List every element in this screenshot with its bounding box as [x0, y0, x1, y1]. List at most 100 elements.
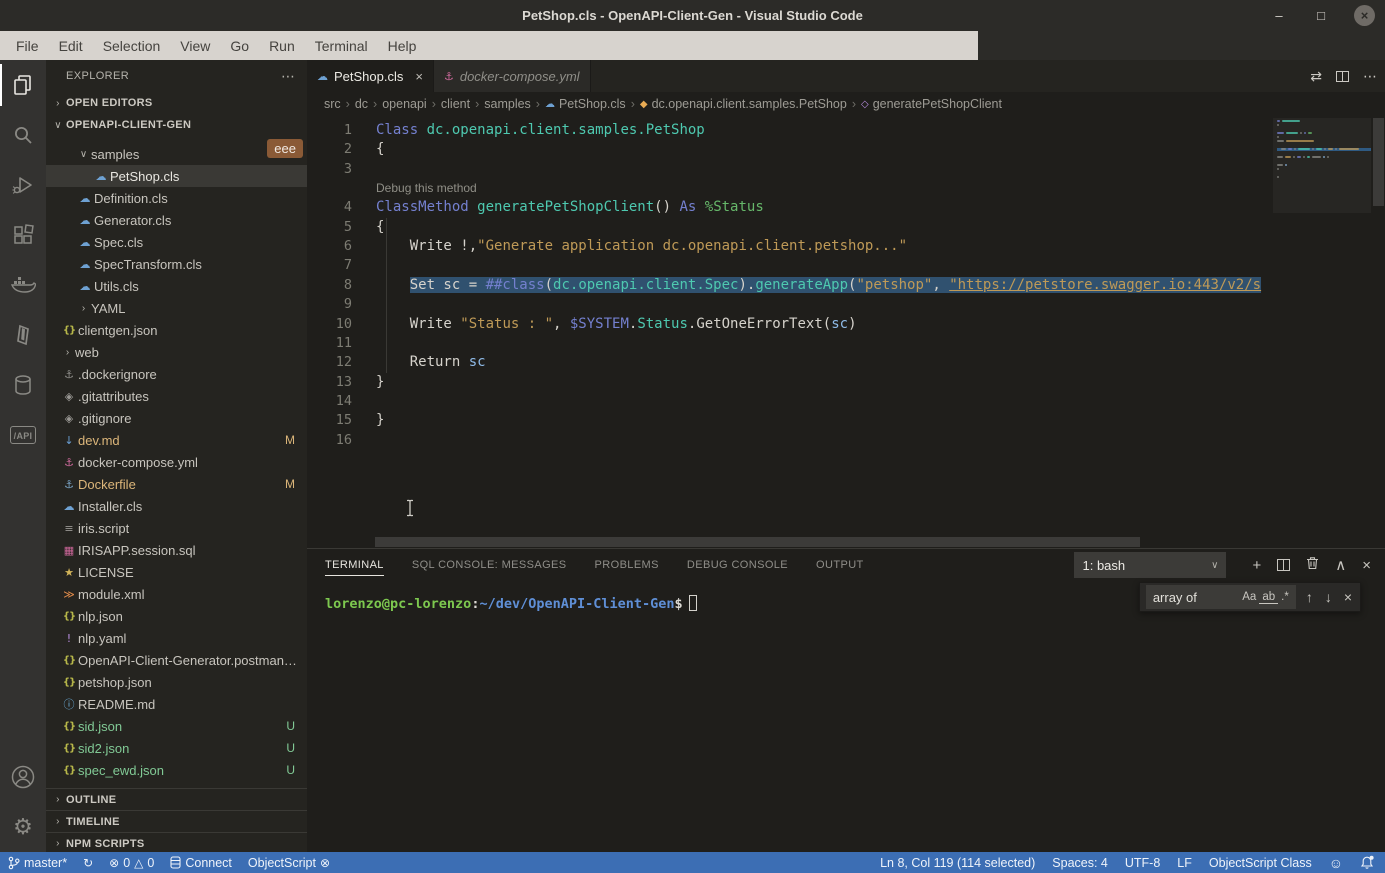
search-icon[interactable] [0, 110, 46, 160]
panel-tab-output[interactable]: OUTPUT [816, 549, 864, 581]
run-and-debug-icon[interactable] [0, 160, 46, 210]
breadcrumb-item[interactable]: samples [484, 97, 531, 111]
panel-tab-sql-console-messages[interactable]: SQL CONSOLE: MESSAGES [412, 549, 567, 581]
maximize-button[interactable]: □ [1312, 8, 1330, 23]
breadcrumb-item[interactable]: dc [355, 97, 368, 111]
encoding-item[interactable]: UTF-8 [1125, 856, 1160, 870]
file-row[interactable]: ▦IRISAPP.session.sql [46, 539, 307, 561]
terminal-shell-select[interactable]: 1: bash ∨ [1074, 552, 1226, 578]
accounts-icon[interactable] [0, 752, 46, 802]
horizontal-scrollbar[interactable] [375, 537, 1140, 547]
file-row[interactable]: ☁Generator.cls [46, 209, 307, 231]
breadcrumb-item[interactable]: openapi [382, 97, 427, 111]
new-terminal-icon[interactable]: + [1252, 557, 1261, 574]
timeline-section[interactable]: › TIMELINE [46, 810, 307, 832]
close-panel-icon[interactable]: × [1362, 557, 1371, 574]
tab-petshop-cls[interactable]: ☁ PetShop.cls × [307, 60, 434, 92]
file-row[interactable]: ◈.gitattributes [46, 385, 307, 407]
vertical-scrollbar[interactable] [1373, 118, 1384, 206]
file-row[interactable]: ∨sampleseee [46, 143, 307, 165]
open-editors-section[interactable]: › OPEN EDITORS [46, 92, 307, 114]
extensions-icon[interactable] [0, 210, 46, 260]
menu-go[interactable]: Go [220, 31, 259, 60]
file-row[interactable]: ☁PetShop.cls [46, 165, 307, 187]
minimap[interactable] [1273, 118, 1371, 184]
objectscript-item[interactable]: ObjectScript ⊗ [248, 856, 330, 870]
views-more-icon[interactable]: ⋯ [281, 68, 295, 85]
file-row[interactable]: ☁Spec.cls [46, 231, 307, 253]
cursor-position-item[interactable]: Ln 8, Col 119 (114 selected) [880, 856, 1035, 870]
menu-help[interactable]: Help [378, 31, 427, 60]
sync-item[interactable]: ↻ [83, 856, 93, 870]
file-row[interactable]: ☁Definition.cls [46, 187, 307, 209]
tab-close-icon[interactable]: × [415, 69, 423, 84]
whole-word-icon[interactable]: ab [1259, 591, 1278, 604]
find-previous-icon[interactable]: ↑ [1304, 589, 1315, 605]
file-row[interactable]: {}petshop.json [46, 671, 307, 693]
breadcrumb-item[interactable]: ◆dc.openapi.client.samples.PetShop [640, 97, 847, 111]
feedback-item[interactable]: ☺ [1329, 855, 1343, 871]
file-row[interactable]: !nlp.yaml [46, 627, 307, 649]
rest-api-icon[interactable]: /API [0, 410, 46, 460]
breadcrumb-item[interactable]: ☁PetShop.cls [545, 97, 626, 111]
file-row[interactable]: ⚓docker-compose.yml [46, 451, 307, 473]
eol-item[interactable]: LF [1177, 856, 1192, 870]
explorer-icon[interactable] [0, 60, 46, 110]
regex-icon[interactable]: .* [1278, 591, 1292, 603]
find-close-icon[interactable]: × [1342, 589, 1354, 605]
panel-tab-terminal[interactable]: TERMINAL [325, 549, 384, 581]
file-row[interactable]: ☁SpecTransform.cls [46, 253, 307, 275]
root-folder-section[interactable]: ∨ OPENAPI-CLIENT-GEN [46, 114, 307, 136]
file-row[interactable]: ☁Installer.cls [46, 495, 307, 517]
file-row[interactable]: ›web [46, 341, 307, 363]
file-row[interactable]: ›YAML [46, 297, 307, 319]
file-row[interactable]: {}sid2.jsonU [46, 737, 307, 759]
file-row[interactable]: ⚓.dockerignore [46, 363, 307, 385]
notifications-item[interactable] [1360, 855, 1375, 870]
tab-docker-compose[interactable]: ⚓ docker-compose.yml [434, 60, 591, 92]
file-row[interactable]: ◈.gitignore [46, 407, 307, 429]
breadcrumb-item[interactable]: client [441, 97, 470, 111]
match-case-icon[interactable]: Aa [1239, 591, 1259, 603]
split-editor-icon[interactable] [1336, 71, 1349, 82]
file-row[interactable]: ↓dev.mdM [46, 429, 307, 451]
file-row[interactable]: ≫module.xml [46, 583, 307, 605]
npm-scripts-section[interactable]: › NPM SCRIPTS [46, 832, 307, 852]
menu-selection[interactable]: Selection [93, 31, 171, 60]
file-row[interactable]: {}clientgen.json [46, 319, 307, 341]
kill-terminal-icon[interactable] [1306, 556, 1319, 575]
file-row[interactable]: {}sid.jsonU [46, 715, 307, 737]
find-input[interactable]: array of Aa ab .* [1146, 585, 1296, 609]
menu-run[interactable]: Run [259, 31, 305, 60]
menu-view[interactable]: View [170, 31, 220, 60]
outline-section[interactable]: › OUTLINE [46, 788, 307, 810]
split-terminal-icon[interactable] [1277, 559, 1290, 571]
server-connect-item[interactable]: Connect [170, 856, 232, 870]
breadcrumb-item[interactable]: ◇generatePetShopClient [861, 97, 1002, 111]
language-mode-item[interactable]: ObjectScript Class [1209, 856, 1312, 870]
close-button[interactable]: × [1354, 5, 1375, 26]
menu-terminal[interactable]: Terminal [305, 31, 378, 60]
file-row[interactable]: {}spec_ewd.jsonU [46, 759, 307, 781]
codelens-debug-link[interactable]: Debug this method [307, 179, 1385, 198]
find-next-icon[interactable]: ↓ [1323, 589, 1334, 605]
panel-tab-problems[interactable]: PROBLEMS [595, 549, 659, 581]
minimize-button[interactable]: – [1270, 8, 1288, 23]
file-row[interactable]: ☁Utils.cls [46, 275, 307, 297]
file-row[interactable]: ★LICENSE [46, 561, 307, 583]
file-row[interactable]: ⓘREADME.md [46, 693, 307, 715]
file-row[interactable]: {}nlp.json [46, 605, 307, 627]
file-row[interactable]: ≡iris.script [46, 517, 307, 539]
docker-icon[interactable] [0, 260, 46, 310]
menu-edit[interactable]: Edit [49, 31, 93, 60]
breadcrumb-item[interactable]: src [324, 97, 341, 111]
code-editor[interactable]: 1Class dc.openapi.client.samples.PetShop… [307, 116, 1385, 548]
panel-tab-debug-console[interactable]: DEBUG CONSOLE [687, 549, 788, 581]
menu-file[interactable]: File [6, 31, 49, 60]
database-icon[interactable] [0, 360, 46, 410]
file-row[interactable]: ⚓DockerfileM [46, 473, 307, 495]
more-actions-icon[interactable]: ⋯ [1363, 68, 1377, 85]
open-changes-icon[interactable]: ⇄ [1310, 68, 1322, 85]
manage-gear-icon[interactable]: ⚙ [0, 802, 46, 852]
maximize-panel-icon[interactable]: ∧ [1335, 556, 1346, 574]
